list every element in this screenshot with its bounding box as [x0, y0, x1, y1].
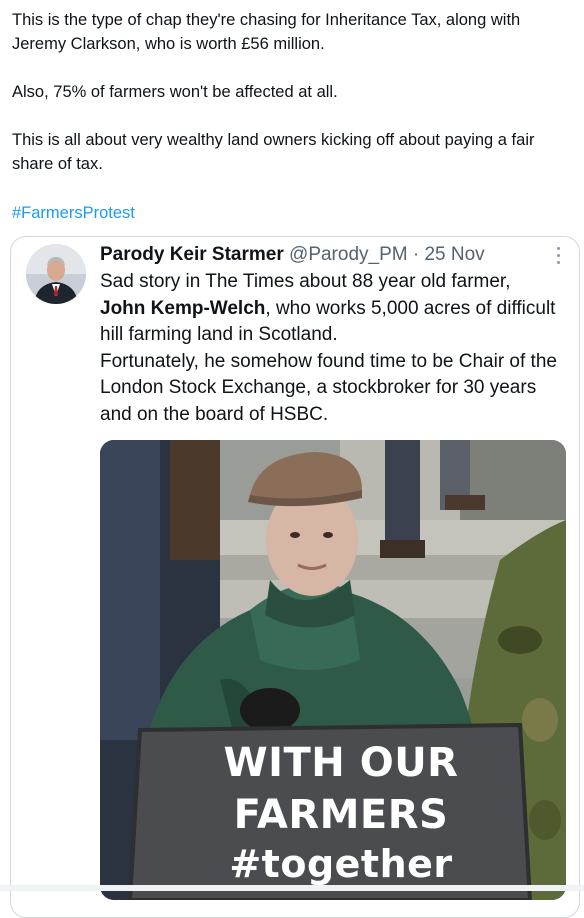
- quoted-post-card[interactable]: Parody Keir Starmer @Parody_PM · 25 Nov …: [10, 236, 580, 918]
- quoted-post-date[interactable]: 25 Nov: [424, 244, 484, 265]
- post-paragraph-2: Also, 75% of farmers won't be affected a…: [12, 83, 338, 101]
- post-paragraph-1: This is the type of chap they're chasing…: [12, 11, 521, 53]
- sign-line-3: #together: [229, 842, 453, 886]
- quoted-paragraph-2: Fortunately, he somehow found time to be…: [100, 350, 557, 425]
- quoted-text-bold-name: John Kemp-Welch: [100, 297, 266, 319]
- sign-line-1: WITH OUR: [223, 740, 459, 786]
- avatar[interactable]: [26, 244, 86, 304]
- post-paragraph-3: This is all about very wealthy land owne…: [12, 131, 535, 173]
- header-separator: ·: [412, 244, 420, 265]
- quoted-post-header: Parody Keir Starmer @Parody_PM · 25 Nov: [100, 241, 485, 269]
- bottom-divider: [0, 885, 584, 891]
- post-text: This is the type of chap they're chasing…: [12, 8, 576, 176]
- hashtag-link[interactable]: #FarmersProtest: [12, 201, 135, 225]
- quoted-post-text: Sad story in The Times about 88 year old…: [100, 269, 570, 428]
- sign-line-2: FARMERS: [233, 792, 449, 838]
- quoted-author-name[interactable]: Parody Keir Starmer: [100, 244, 284, 265]
- quoted-paragraph-1: Sad story in The Times about 88 year old…: [100, 269, 570, 349]
- quoted-author-handle[interactable]: @Parody_PM: [289, 244, 408, 265]
- more-options-icon[interactable]: [555, 247, 561, 267]
- quoted-text-intro: Sad story in The Times about 88 year old…: [100, 271, 511, 292]
- quoted-post-photo[interactable]: WITH OUR FARMERS #together: [100, 440, 566, 900]
